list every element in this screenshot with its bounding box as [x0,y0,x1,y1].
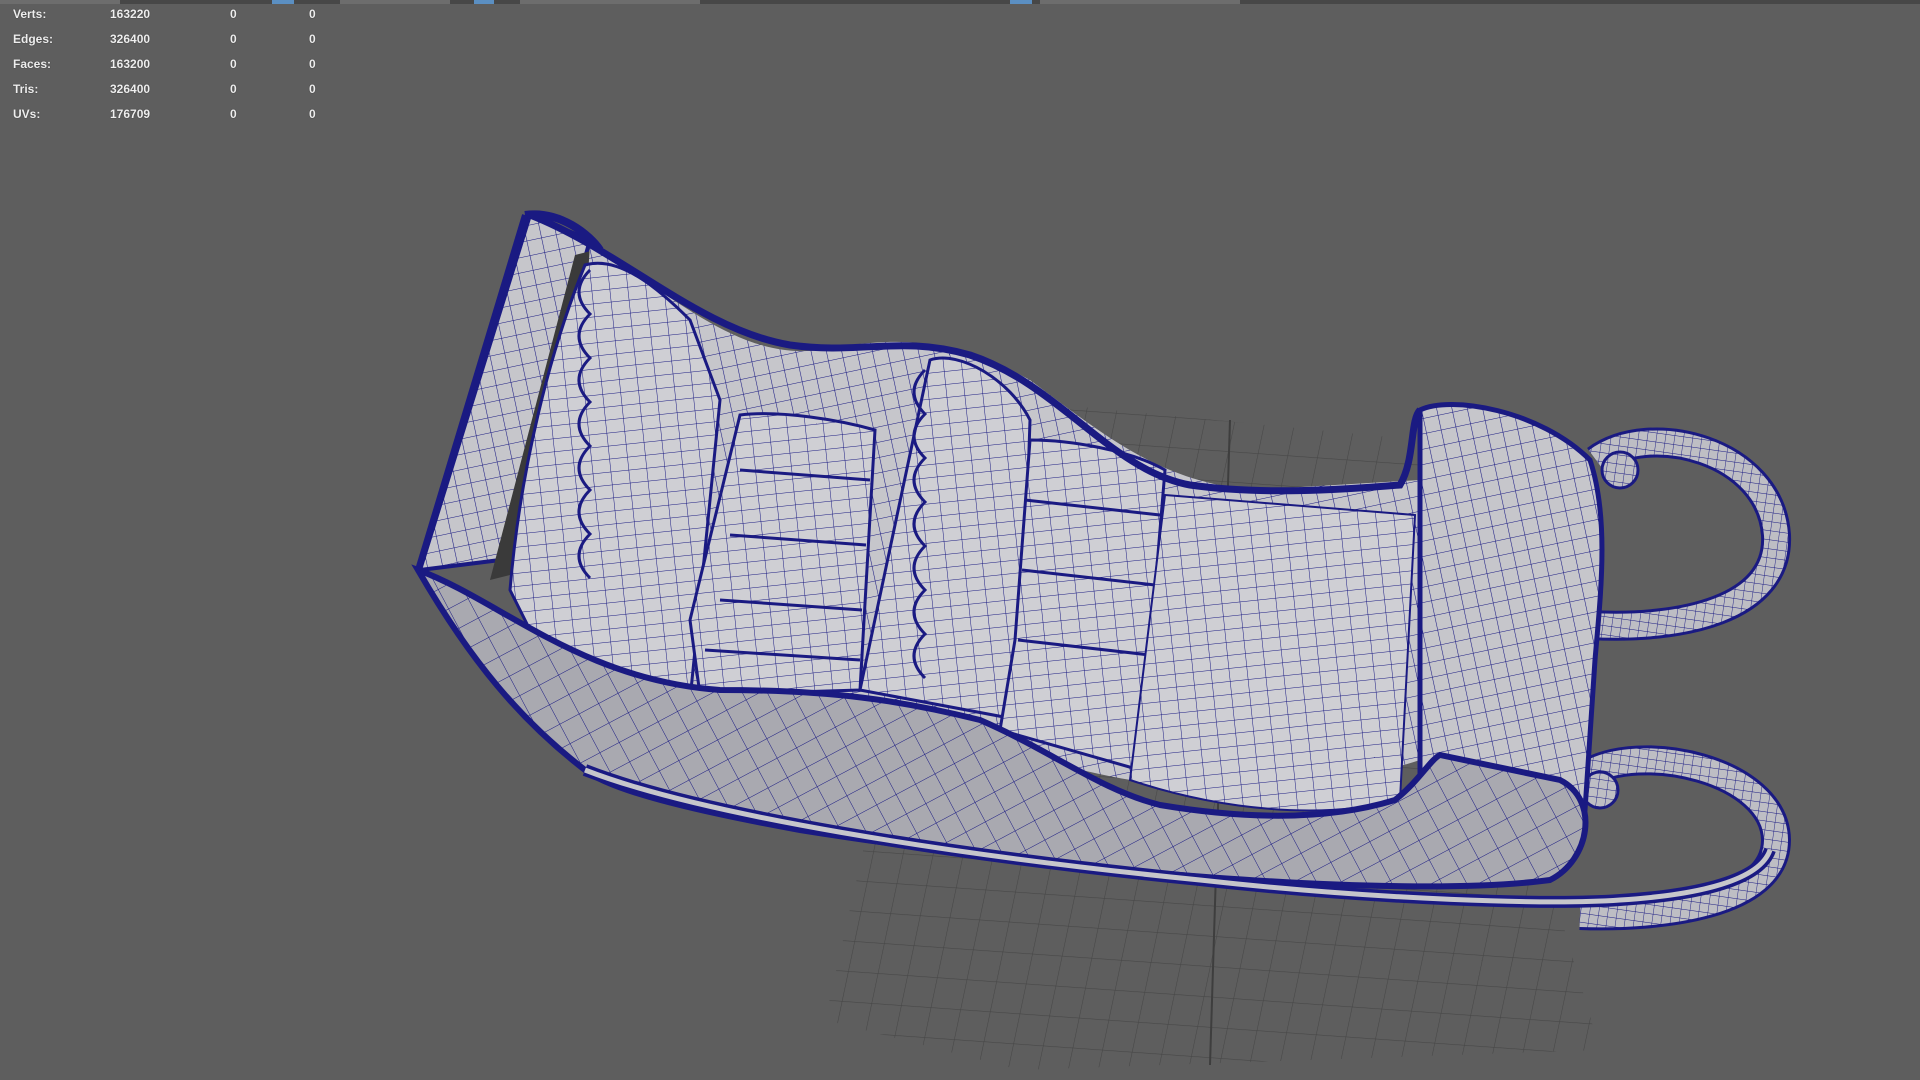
hud-row-uvs: UVs: 176709 0 0 [13,106,333,131]
hud-row-edges: Edges: 326400 0 0 [13,31,333,56]
poly-count-hud: Verts: 163220 0 0 Edges: 326400 0 0 Face… [13,6,333,131]
3d-viewport[interactable]: Verts: 163220 0 0 Edges: 326400 0 0 Face… [0,0,1920,1080]
hud-row-faces: Faces: 163200 0 0 [13,56,333,81]
hud-label: Edges: [13,32,54,46]
hud-total-value: 326400 [110,32,151,46]
hud-row-verts: Verts: 163220 0 0 [13,6,333,31]
hud-selected-value: 0 [230,32,237,46]
hud-component-value: 0 [309,7,316,21]
hud-row-tris: Tris: 326400 0 0 [13,81,333,106]
hud-label: Tris: [13,82,39,96]
hud-component-value: 0 [309,32,316,46]
hud-total-value: 163200 [110,57,151,71]
hud-selected-value: 0 [230,107,237,121]
hud-component-value: 0 [309,107,316,121]
hud-selected-value: 0 [230,82,237,96]
hud-total-value: 163220 [110,7,151,21]
hud-label: Verts: [13,7,47,21]
sleigh-body [411,210,1792,931]
hud-component-value: 0 [309,57,316,71]
hud-label: Faces: [13,57,52,71]
hud-total-value: 326400 [110,82,151,96]
hud-component-value: 0 [309,82,316,96]
hud-label: UVs: [13,107,41,121]
hud-selected-value: 0 [230,57,237,71]
hud-selected-value: 0 [230,7,237,21]
sleigh-wireframe-model[interactable] [0,0,1920,1080]
hud-total-value: 176709 [110,107,151,121]
